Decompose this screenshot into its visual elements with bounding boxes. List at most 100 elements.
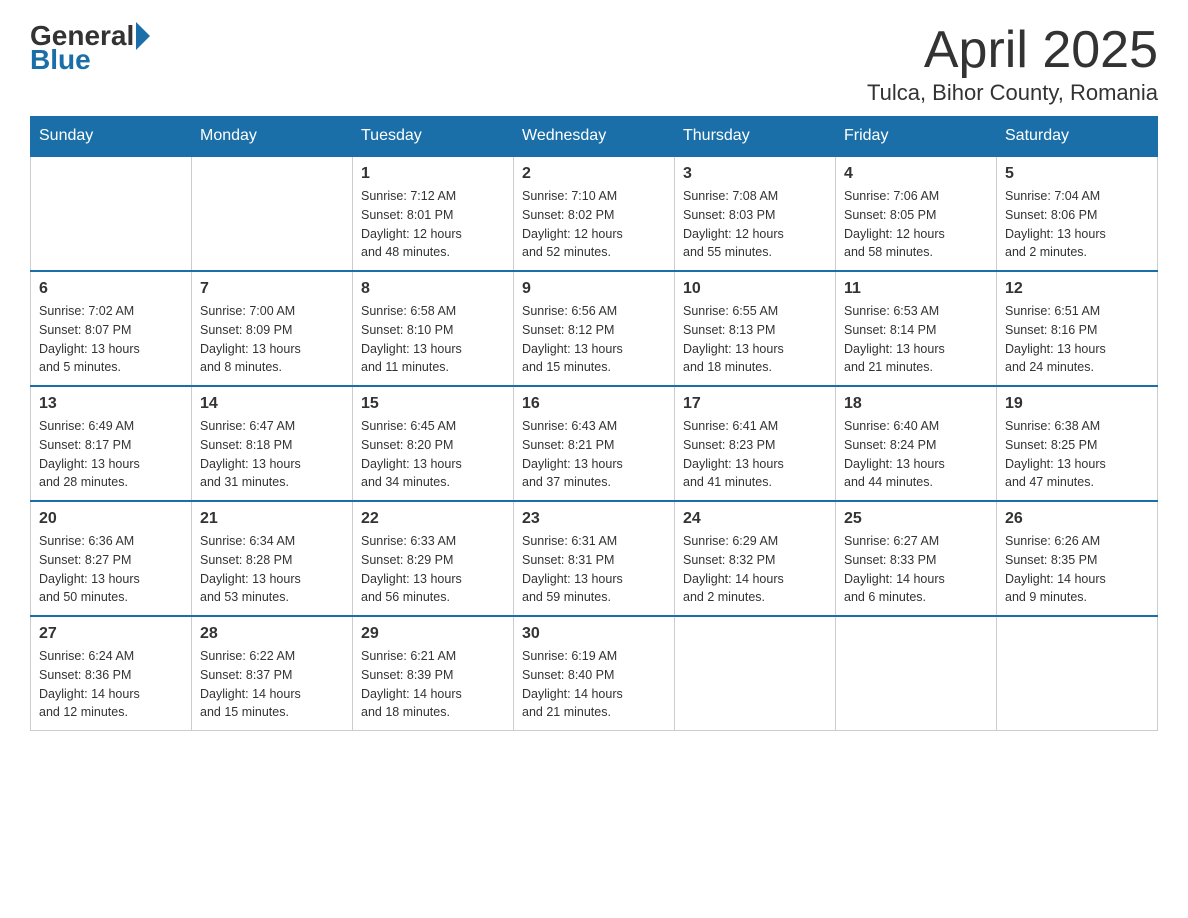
day-cell-8: 8 Sunrise: 6:58 AMSunset: 8:10 PMDaylight… xyxy=(353,271,514,386)
day-number: 5 xyxy=(1005,165,1149,183)
day-info: Sunrise: 6:58 AMSunset: 8:10 PMDaylight:… xyxy=(361,302,505,377)
col-header-sunday: Sunday xyxy=(31,117,192,157)
day-info: Sunrise: 7:10 AMSunset: 8:02 PMDaylight:… xyxy=(522,187,666,262)
day-info: Sunrise: 7:02 AMSunset: 8:07 PMDaylight:… xyxy=(39,302,183,377)
day-number: 17 xyxy=(683,395,827,413)
col-header-wednesday: Wednesday xyxy=(514,117,675,157)
day-cell-17: 17 Sunrise: 6:41 AMSunset: 8:23 PMDayligh… xyxy=(675,386,836,501)
month-title: April 2025 xyxy=(867,20,1158,80)
day-number: 22 xyxy=(361,510,505,528)
day-info: Sunrise: 6:19 AMSunset: 8:40 PMDaylight:… xyxy=(522,647,666,722)
day-info: Sunrise: 6:33 AMSunset: 8:29 PMDaylight:… xyxy=(361,532,505,607)
day-cell-22: 22 Sunrise: 6:33 AMSunset: 8:29 PMDayligh… xyxy=(353,501,514,616)
title-section: April 2025 Tulca, Bihor County, Romania xyxy=(867,20,1158,106)
day-info: Sunrise: 6:21 AMSunset: 8:39 PMDaylight:… xyxy=(361,647,505,722)
day-number: 4 xyxy=(844,165,988,183)
day-number: 20 xyxy=(39,510,183,528)
day-info: Sunrise: 6:26 AMSunset: 8:35 PMDaylight:… xyxy=(1005,532,1149,607)
day-number: 6 xyxy=(39,280,183,298)
day-number: 7 xyxy=(200,280,344,298)
day-info: Sunrise: 6:49 AMSunset: 8:17 PMDaylight:… xyxy=(39,417,183,492)
day-info: Sunrise: 6:22 AMSunset: 8:37 PMDaylight:… xyxy=(200,647,344,722)
day-info: Sunrise: 7:06 AMSunset: 8:05 PMDaylight:… xyxy=(844,187,988,262)
day-cell-1: 1 Sunrise: 7:12 AMSunset: 8:01 PMDaylight… xyxy=(353,156,514,271)
col-header-friday: Friday xyxy=(836,117,997,157)
day-number: 28 xyxy=(200,625,344,643)
day-cell-11: 11 Sunrise: 6:53 AMSunset: 8:14 PMDayligh… xyxy=(836,271,997,386)
day-cell-20: 20 Sunrise: 6:36 AMSunset: 8:27 PMDayligh… xyxy=(31,501,192,616)
day-info: Sunrise: 6:53 AMSunset: 8:14 PMDaylight:… xyxy=(844,302,988,377)
day-cell-7: 7 Sunrise: 7:00 AMSunset: 8:09 PMDaylight… xyxy=(192,271,353,386)
day-info: Sunrise: 6:36 AMSunset: 8:27 PMDaylight:… xyxy=(39,532,183,607)
day-number: 26 xyxy=(1005,510,1149,528)
day-number: 12 xyxy=(1005,280,1149,298)
day-info: Sunrise: 6:38 AMSunset: 8:25 PMDaylight:… xyxy=(1005,417,1149,492)
day-number: 10 xyxy=(683,280,827,298)
col-header-tuesday: Tuesday xyxy=(353,117,514,157)
day-cell-14: 14Sunrise: 6:47 AMSunset: 8:18 PMDayligh… xyxy=(192,386,353,501)
day-cell-12: 12 Sunrise: 6:51 AMSunset: 8:16 PMDayligh… xyxy=(997,271,1158,386)
day-info: Sunrise: 6:41 AMSunset: 8:23 PMDaylight:… xyxy=(683,417,827,492)
day-cell-26: 26 Sunrise: 6:26 AMSunset: 8:35 PMDayligh… xyxy=(997,501,1158,616)
day-cell-30: 30 Sunrise: 6:19 AMSunset: 8:40 PMDayligh… xyxy=(514,616,675,731)
day-info: Sunrise: 6:45 AMSunset: 8:20 PMDaylight:… xyxy=(361,417,505,492)
day-info: Sunrise: 7:04 AMSunset: 8:06 PMDaylight:… xyxy=(1005,187,1149,262)
day-cell-21: 21 Sunrise: 6:34 AMSunset: 8:28 PMDayligh… xyxy=(192,501,353,616)
day-cell-29: 29Sunrise: 6:21 AMSunset: 8:39 PMDayligh… xyxy=(353,616,514,731)
day-info: Sunrise: 7:12 AMSunset: 8:01 PMDaylight:… xyxy=(361,187,505,262)
empty-cell xyxy=(836,616,997,731)
day-cell-27: 27Sunrise: 6:24 AMSunset: 8:36 PMDayligh… xyxy=(31,616,192,731)
day-info: Sunrise: 6:34 AMSunset: 8:28 PMDaylight:… xyxy=(200,532,344,607)
day-number: 13 xyxy=(39,395,183,413)
day-cell-9: 9 Sunrise: 6:56 AMSunset: 8:12 PMDaylight… xyxy=(514,271,675,386)
day-number: 19 xyxy=(1005,395,1149,413)
day-cell-16: 16Sunrise: 6:43 AMSunset: 8:21 PMDayligh… xyxy=(514,386,675,501)
day-cell-25: 25 Sunrise: 6:27 AMSunset: 8:33 PMDayligh… xyxy=(836,501,997,616)
day-number: 14 xyxy=(200,395,344,413)
day-info: Sunrise: 6:27 AMSunset: 8:33 PMDaylight:… xyxy=(844,532,988,607)
day-cell-3: 3 Sunrise: 7:08 AMSunset: 8:03 PMDaylight… xyxy=(675,156,836,271)
day-number: 16 xyxy=(522,395,666,413)
day-number: 3 xyxy=(683,165,827,183)
empty-cell xyxy=(31,156,192,271)
day-cell-19: 19 Sunrise: 6:38 AMSunset: 8:25 PMDayligh… xyxy=(997,386,1158,501)
col-header-monday: Monday xyxy=(192,117,353,157)
logo: General Blue xyxy=(30,20,152,76)
day-cell-13: 13 Sunrise: 6:49 AMSunset: 8:17 PMDayligh… xyxy=(31,386,192,501)
day-info: Sunrise: 7:08 AMSunset: 8:03 PMDaylight:… xyxy=(683,187,827,262)
page-header: General Blue April 2025 Tulca, Bihor Cou… xyxy=(30,20,1158,106)
day-number: 1 xyxy=(361,165,505,183)
day-number: 30 xyxy=(522,625,666,643)
day-info: Sunrise: 6:55 AMSunset: 8:13 PMDaylight:… xyxy=(683,302,827,377)
week-row-4: 20 Sunrise: 6:36 AMSunset: 8:27 PMDayligh… xyxy=(31,501,1158,616)
day-number: 21 xyxy=(200,510,344,528)
day-cell-24: 24Sunrise: 6:29 AMSunset: 8:32 PMDayligh… xyxy=(675,501,836,616)
day-number: 9 xyxy=(522,280,666,298)
day-info: Sunrise: 6:40 AMSunset: 8:24 PMDaylight:… xyxy=(844,417,988,492)
day-cell-15: 15Sunrise: 6:45 AMSunset: 8:20 PMDayligh… xyxy=(353,386,514,501)
empty-cell xyxy=(675,616,836,731)
day-cell-28: 28 Sunrise: 6:22 AMSunset: 8:37 PMDayligh… xyxy=(192,616,353,731)
day-cell-6: 6 Sunrise: 7:02 AMSunset: 8:07 PMDaylight… xyxy=(31,271,192,386)
empty-cell xyxy=(997,616,1158,731)
day-info: Sunrise: 6:51 AMSunset: 8:16 PMDaylight:… xyxy=(1005,302,1149,377)
week-row-3: 13 Sunrise: 6:49 AMSunset: 8:17 PMDayligh… xyxy=(31,386,1158,501)
week-row-5: 27Sunrise: 6:24 AMSunset: 8:36 PMDayligh… xyxy=(31,616,1158,731)
day-info: Sunrise: 6:56 AMSunset: 8:12 PMDaylight:… xyxy=(522,302,666,377)
day-cell-2: 2 Sunrise: 7:10 AMSunset: 8:02 PMDaylight… xyxy=(514,156,675,271)
header-row: SundayMondayTuesdayWednesdayThursdayFrid… xyxy=(31,117,1158,157)
day-info: Sunrise: 7:00 AMSunset: 8:09 PMDaylight:… xyxy=(200,302,344,377)
week-row-2: 6 Sunrise: 7:02 AMSunset: 8:07 PMDaylight… xyxy=(31,271,1158,386)
logo-arrow-icon xyxy=(136,22,150,50)
logo-blue-text: Blue xyxy=(30,44,91,76)
day-number: 27 xyxy=(39,625,183,643)
location-title: Tulca, Bihor County, Romania xyxy=(867,80,1158,106)
day-number: 25 xyxy=(844,510,988,528)
day-number: 24 xyxy=(683,510,827,528)
day-number: 23 xyxy=(522,510,666,528)
day-number: 8 xyxy=(361,280,505,298)
day-number: 2 xyxy=(522,165,666,183)
day-info: Sunrise: 6:31 AMSunset: 8:31 PMDaylight:… xyxy=(522,532,666,607)
day-number: 11 xyxy=(844,280,988,298)
empty-cell xyxy=(192,156,353,271)
